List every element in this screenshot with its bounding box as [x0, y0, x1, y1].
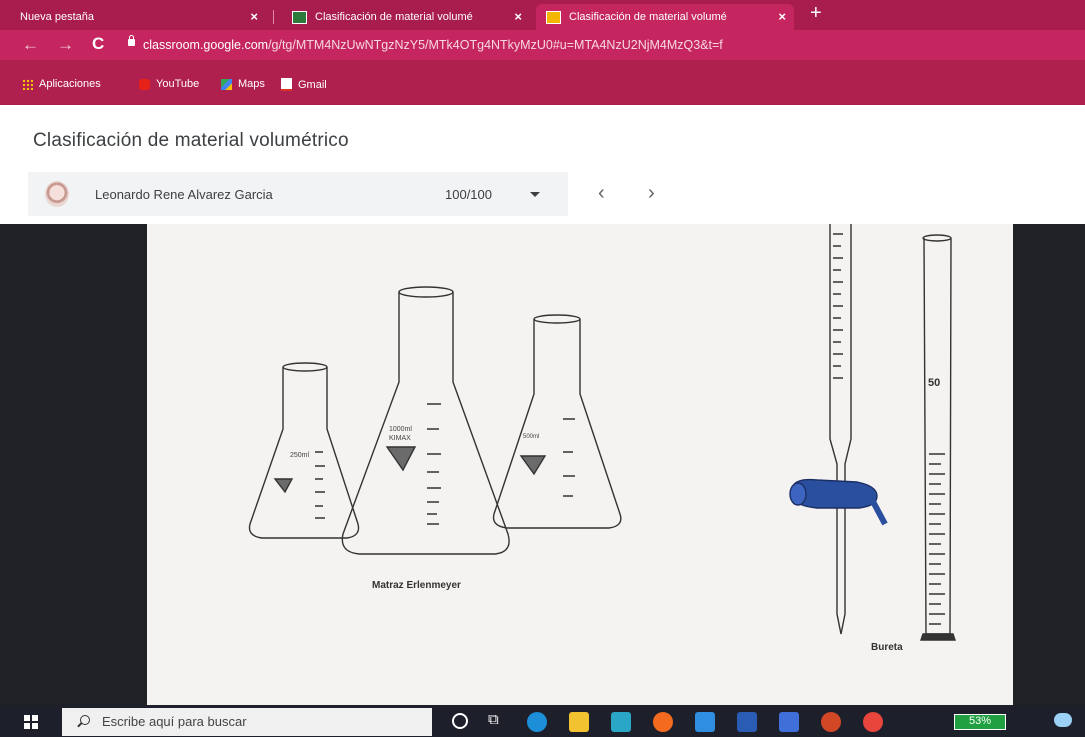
youtube-icon	[139, 78, 150, 90]
buret-caption: Bureta	[871, 642, 903, 653]
tab-title: Clasificación de material volumé	[569, 11, 727, 23]
tab-classroom-1[interactable]: Clasificación de material volumé ×	[282, 4, 530, 30]
weather-icon[interactable]	[1054, 713, 1072, 727]
reload-icon[interactable]: C	[92, 34, 104, 54]
url-field[interactable]: classroom.google.com/g/tg/MTM4NzUwNTgzNz…	[143, 38, 723, 52]
bookmark-maps[interactable]: Maps	[221, 78, 265, 90]
grade-value: 100/100	[445, 187, 492, 202]
close-icon[interactable]: ×	[250, 9, 258, 24]
task-view-icon[interactable]: ⧉	[488, 711, 499, 728]
chrome-icon[interactable]	[863, 712, 883, 732]
lock-icon	[128, 35, 135, 48]
url-host: classroom.google.com	[143, 38, 269, 52]
windows-start-icon[interactable]	[24, 715, 38, 729]
powerpoint-icon[interactable]	[821, 712, 841, 732]
maps-icon	[221, 78, 232, 90]
bookmark-label: Gmail	[298, 78, 327, 91]
search-icon	[80, 715, 90, 725]
bookmark-apps[interactable]: Aplicaciones	[22, 78, 101, 90]
graduated-cylinder	[920, 234, 956, 641]
tab-strip: Nueva pestaña × Clasificación de materia…	[0, 0, 1085, 30]
bookmarks-bar: Aplicaciones YouTube Maps Gmail	[0, 60, 1085, 105]
bookmark-label: Aplicaciones	[39, 78, 101, 90]
next-student-icon[interactable]: ›	[648, 182, 655, 205]
word-icon[interactable]	[737, 712, 757, 732]
bookmark-youtube[interactable]: YouTube	[139, 78, 199, 90]
page-title: Clasificación de material volumétrico	[33, 130, 349, 151]
chevron-down-icon[interactable]	[530, 192, 540, 197]
close-icon[interactable]: ×	[514, 9, 522, 24]
file-explorer-icon[interactable]	[569, 712, 589, 732]
medium-flask-volume: 500ml	[523, 434, 539, 440]
flask-caption: Matraz Erlenmeyer	[372, 580, 461, 591]
cortana-icon[interactable]	[452, 713, 468, 729]
tab-separator	[273, 10, 274, 24]
forward-icon[interactable]: →	[57, 35, 74, 55]
tab-title: Clasificación de material volumé	[315, 11, 473, 23]
tab-classroom-active[interactable]: Clasificación de material volumé ×	[536, 4, 794, 30]
bookmark-label: YouTube	[156, 78, 200, 90]
buret	[789, 224, 888, 635]
large-flask-brand: KIMAX	[389, 435, 411, 442]
gmail-icon	[281, 78, 292, 91]
battery-indicator[interactable]: 53%	[954, 714, 1006, 730]
close-icon[interactable]: ×	[778, 9, 786, 24]
windows-taskbar: ⧉ 53%	[0, 705, 1085, 737]
bookmark-gmail[interactable]: Gmail	[281, 78, 327, 91]
large-flask-volume: 1000ml	[389, 426, 412, 433]
avatar	[45, 181, 69, 207]
camera-icon[interactable]	[779, 712, 799, 732]
lab-glassware-drawing: 250ml 1000ml KIMAX 500ml 50	[248, 224, 956, 641]
app-l-icon[interactable]	[611, 712, 631, 732]
taskbar-search[interactable]	[62, 708, 432, 736]
new-tab-icon[interactable]: +	[810, 2, 822, 25]
url-path: /g/tg/MTM4NzUwNTgzNzY5/MTk4OTg4NTkyMzU0#…	[268, 38, 723, 52]
edge-icon[interactable]	[527, 712, 547, 732]
student-selector[interactable]: Leonardo Rene Alvarez Garcia 100/100	[28, 172, 568, 216]
bookmark-label: Maps	[238, 78, 265, 90]
back-icon[interactable]: ←	[22, 35, 39, 55]
classroom-icon	[292, 10, 307, 24]
cylinder-mark: 50	[928, 377, 940, 389]
student-name: Leonardo Rene Alvarez Garcia	[95, 187, 273, 202]
mail-icon[interactable]	[695, 712, 715, 732]
medium-flask	[492, 314, 622, 529]
search-input[interactable]	[100, 713, 404, 730]
large-flask	[341, 286, 510, 555]
attachment-viewer: 250ml 1000ml KIMAX 500ml 50 Matraz Erlen…	[0, 224, 1085, 705]
drawing-image: 250ml 1000ml KIMAX 500ml 50 Matraz Erlen…	[147, 224, 1013, 705]
tab-new-tab[interactable]: Nueva pestaña ×	[10, 4, 266, 30]
address-bar: ← → C classroom.google.com/g/tg/MTM4NzUw…	[0, 30, 1085, 60]
previous-student-icon[interactable]: ‹	[598, 182, 605, 205]
tab-title: Nueva pestaña	[20, 11, 94, 23]
firefox-icon[interactable]	[653, 712, 673, 732]
classroom-icon	[546, 10, 561, 24]
apps-grid-icon	[22, 78, 33, 90]
small-flask	[248, 362, 360, 539]
small-flask-volume: 250ml	[290, 452, 310, 459]
